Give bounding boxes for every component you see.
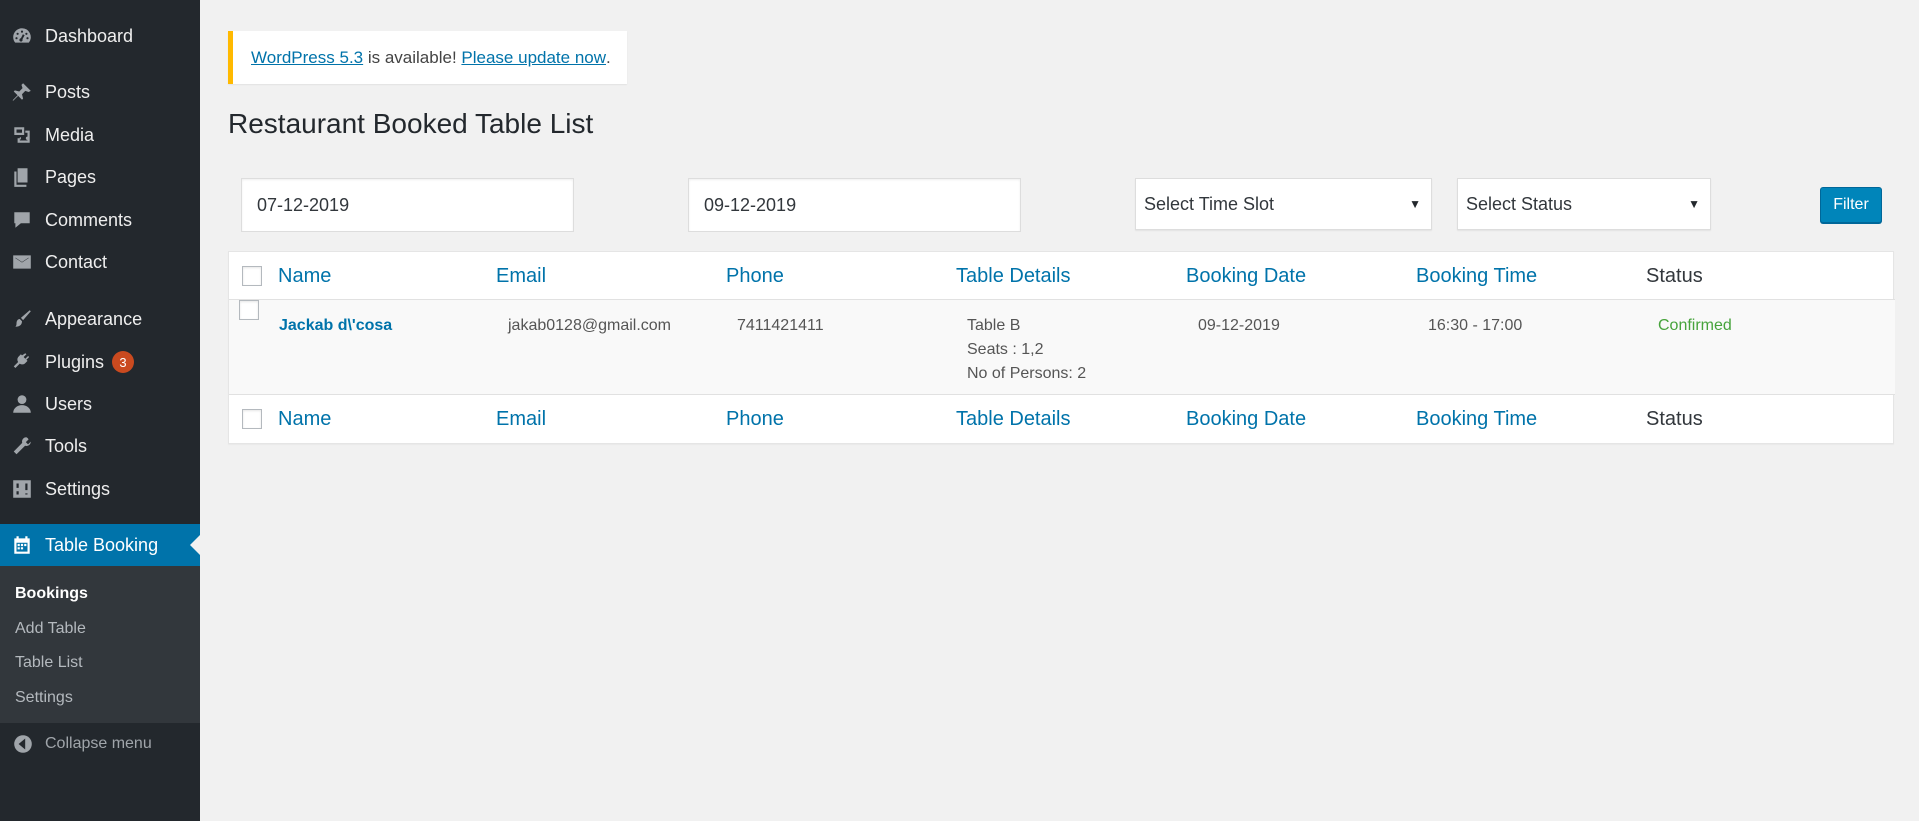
time-slot-value: Select Time Slot [1144, 193, 1275, 214]
sidebar-item-contact[interactable]: Contact [0, 241, 200, 283]
notice-end: . [606, 47, 611, 67]
column-header-booking-time[interactable]: Booking Time [1416, 252, 1537, 300]
column-header-email[interactable]: Email [496, 252, 546, 300]
table-booking-submenu: Bookings Add Table Table List Settings [0, 566, 200, 723]
user-icon [10, 392, 34, 416]
submenu-item-add-table[interactable]: Add Table [0, 612, 200, 647]
wrench-icon [10, 434, 34, 458]
sidebar-item-label: Table Booking [45, 534, 159, 555]
settings-sliders-icon [10, 477, 34, 501]
column-footer-table-details[interactable]: Table Details [956, 395, 1071, 443]
comment-icon [10, 208, 34, 232]
update-notice: WordPress 5.3 is available! Please updat… [228, 31, 627, 84]
table-persons: No of Persons: 2 [967, 365, 1087, 382]
dropdown-arrow-icon: ▼ [1409, 197, 1421, 211]
column-header-booking-date[interactable]: Booking Date [1186, 252, 1306, 300]
sidebar-item-label: Contact [45, 251, 108, 272]
table-row: Jackab d\'cosa jakab0128@gmail.com 74114… [229, 300, 1895, 394]
filter-button[interactable]: Filter [1820, 187, 1882, 223]
collapse-menu-button[interactable]: Collapse menu [0, 726, 200, 762]
update-now-link[interactable]: Please update now [461, 48, 606, 68]
booking-name-link[interactable]: Jackab d\'cosa [279, 314, 392, 338]
select-all-checkbox[interactable] [242, 266, 262, 286]
submenu-item-bookings[interactable]: Bookings [0, 577, 200, 612]
status-select[interactable]: Select Status ▼ [1457, 178, 1711, 230]
sidebar-item-table-booking[interactable]: Table Booking [0, 524, 200, 566]
table-footer-row: Name Email Phone Table Details Booking D… [229, 394, 1895, 442]
sidebar-item-label: Plugins [45, 351, 105, 372]
select-all-checkbox-footer[interactable] [242, 409, 262, 429]
column-header-table-details[interactable]: Table Details [956, 252, 1071, 300]
booking-table-details: Table B Seats : 1,2 No of Persons: 2 [967, 314, 1086, 386]
wordpress-version-link[interactable]: WordPress 5.3 [251, 48, 363, 68]
time-slot-select[interactable]: Select Time Slot ▼ [1135, 178, 1432, 230]
column-footer-booking-time[interactable]: Booking Time [1416, 395, 1537, 443]
sidebar-item-pages[interactable]: Pages [0, 156, 200, 198]
booking-time: 16:30 - 17:00 [1428, 317, 1523, 334]
table-seats: Seats : 1,2 [967, 341, 1044, 358]
sidebar-item-label: Settings [45, 478, 111, 499]
sidebar-item-posts[interactable]: Posts [0, 71, 200, 113]
submenu-item-settings[interactable]: Settings [0, 681, 200, 716]
paintbrush-icon [10, 307, 34, 331]
sidebar-item-settings[interactable]: Settings [0, 468, 200, 510]
dashboard-icon [10, 24, 34, 48]
sidebar-item-label: Comments [45, 209, 133, 230]
column-footer-booking-date[interactable]: Booking Date [1186, 395, 1306, 443]
sidebar-item-label: Media [45, 124, 95, 145]
page-title: Restaurant Booked Table List [228, 108, 594, 139]
sidebar-item-label: Dashboard [45, 25, 134, 46]
envelope-icon [10, 250, 34, 274]
sidebar-item-media[interactable]: Media [0, 114, 200, 156]
sidebar-item-label: Posts [45, 81, 91, 102]
submenu-item-table-list[interactable]: Table List [0, 646, 200, 681]
column-footer-email[interactable]: Email [496, 395, 546, 443]
sidebar-item-users[interactable]: Users [0, 383, 200, 425]
column-header-phone[interactable]: Phone [726, 252, 784, 300]
booking-email: jakab0128@gmail.com [508, 317, 671, 334]
media-icon [10, 123, 34, 147]
collapse-menu-label: Collapse menu [45, 735, 152, 752]
pin-icon [10, 80, 34, 104]
sidebar-item-label: Users [45, 393, 93, 414]
column-footer-name[interactable]: Name [278, 395, 331, 443]
status-value: Select Status [1466, 193, 1573, 214]
sidebar-item-appearance[interactable]: Appearance [0, 298, 200, 340]
start-date-input[interactable] [241, 178, 574, 232]
column-header-status: Status [1646, 265, 1703, 287]
booking-phone: 7411421411 [737, 317, 824, 334]
dropdown-arrow-icon: ▼ [1688, 197, 1700, 211]
sidebar-item-comments[interactable]: Comments [0, 199, 200, 241]
notice-text: is available! [363, 47, 462, 67]
sidebar-item-label: Pages [45, 166, 97, 187]
calendar-icon [10, 533, 34, 557]
table-name: Table B [967, 317, 1021, 334]
sidebar-item-dashboard[interactable]: Dashboard [0, 15, 200, 57]
end-date-input[interactable] [688, 178, 1021, 232]
sidebar-item-label: Tools [45, 435, 88, 456]
status-badge: Confirmed [1658, 317, 1732, 334]
sidebar-item-tools[interactable]: Tools [0, 425, 200, 467]
plug-icon [10, 350, 34, 374]
collapse-arrow-icon [12, 733, 34, 755]
sidebar-item-plugins[interactable]: Plugins 3 [0, 341, 200, 383]
plugin-update-badge: 3 [112, 351, 135, 373]
column-header-name[interactable]: Name [278, 252, 331, 300]
row-checkbox[interactable] [239, 300, 259, 320]
column-footer-phone[interactable]: Phone [726, 395, 784, 443]
column-footer-status: Status [1646, 408, 1703, 430]
booking-date: 09-12-2019 [1198, 317, 1280, 334]
table-header-row: Name Email Phone Table Details Booking D… [229, 252, 1895, 300]
pages-icon [10, 165, 34, 189]
bookings-table: Name Email Phone Table Details Booking D… [228, 251, 1895, 444]
sidebar-item-label: Appearance [45, 308, 143, 329]
admin-sidebar: Dashboard Posts Media Pages Comments Con… [0, 0, 200, 821]
